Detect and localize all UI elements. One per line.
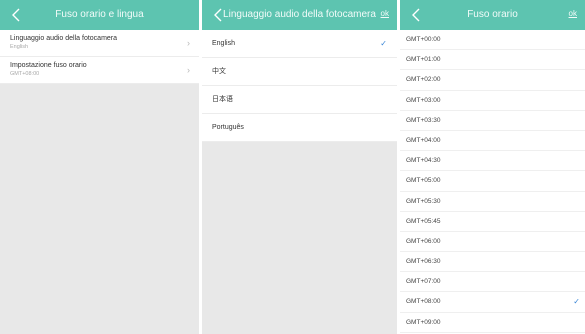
- option-label: GMT+00:00: [406, 36, 441, 43]
- settings-list: Linguaggio audio della fotocamera Englis…: [0, 30, 199, 84]
- item-value: English: [10, 44, 29, 50]
- chevron-right-icon: ›: [187, 65, 190, 75]
- time-zone-option[interactable]: GMT+00:00: [400, 30, 585, 51]
- time-zone-option[interactable]: GMT+03:00: [400, 91, 585, 111]
- time-zone-option[interactable]: GMT+06:30: [400, 252, 585, 273]
- time-zone-option[interactable]: GMT+09:00: [400, 313, 585, 333]
- screen-time-zone: Fuso orario ok GMT+00:00 GMT+01:00 GMT+0…: [400, 0, 585, 334]
- time-zone-option[interactable]: GMT+04:00: [400, 131, 585, 152]
- option-label: English: [212, 40, 235, 47]
- time-zone-setting-item[interactable]: Impostazione fuso orario GMT+08:00 ›: [0, 57, 199, 84]
- option-label: GMT+05:30: [406, 197, 441, 205]
- option-label: GMT+05:45: [406, 217, 441, 225]
- page-title: Fuso orario: [467, 9, 518, 20]
- option-label: GMT+03:30: [406, 116, 441, 124]
- language-option[interactable]: English ✓: [202, 30, 397, 58]
- time-zone-option[interactable]: GMT+02:00: [400, 70, 585, 91]
- camera-audio-language-item[interactable]: Linguaggio audio della fotocamera Englis…: [0, 30, 199, 57]
- language-list: English ✓ 中文 日本语 Português: [202, 30, 397, 142]
- language-option[interactable]: Português: [202, 114, 397, 142]
- option-label: GMT+01:00: [406, 56, 441, 64]
- option-label: GMT+02:00: [406, 76, 441, 84]
- time-zone-option[interactable]: GMT+04:30: [400, 151, 585, 172]
- ok-button[interactable]: ok: [569, 0, 577, 28]
- page-title: Fuso orario e lingua: [55, 9, 144, 20]
- page-title: Linguaggio audio della fotocamera: [223, 9, 376, 20]
- time-zone-option[interactable]: GMT+08:00 ✓: [400, 292, 585, 313]
- option-label: GMT+07:00: [406, 278, 441, 286]
- option-label: GMT+04:30: [406, 157, 441, 165]
- option-label: GMT+05:00: [406, 177, 441, 185]
- language-option[interactable]: 中文: [202, 58, 397, 86]
- header-bar: Linguaggio audio della fotocamera ok: [202, 0, 397, 30]
- time-zone-option[interactable]: GMT+03:30: [400, 111, 585, 131]
- chevron-right-icon: ›: [187, 38, 190, 48]
- option-label: GMT+09:00: [406, 318, 441, 326]
- screen-camera-audio-language: Linguaggio audio della fotocamera ok Eng…: [202, 0, 397, 334]
- item-value: GMT+08:00: [10, 71, 40, 77]
- option-label: GMT+06:30: [406, 258, 441, 266]
- option-label: 日本语: [212, 96, 233, 103]
- screen-time-zone-and-language: Fuso orario e lingua Linguaggio audio de…: [0, 0, 199, 334]
- time-zone-option[interactable]: GMT+05:00: [400, 171, 585, 192]
- option-label: 中文: [212, 68, 226, 75]
- language-option[interactable]: 日本语: [202, 86, 397, 114]
- option-label: GMT+03:00: [406, 96, 441, 104]
- option-label: GMT+08:00: [406, 298, 441, 306]
- time-zone-list[interactable]: GMT+00:00 GMT+01:00 GMT+02:00 GMT+03:00 …: [400, 30, 585, 333]
- time-zone-option[interactable]: GMT+01:00: [400, 50, 585, 71]
- header-bar: Fuso orario e lingua: [0, 0, 199, 30]
- check-icon: ✓: [380, 39, 387, 48]
- item-label: Linguaggio audio della fotocamera: [10, 35, 118, 42]
- option-label: GMT+06:00: [406, 237, 441, 245]
- time-zone-option[interactable]: GMT+05:45: [400, 212, 585, 232]
- time-zone-option[interactable]: GMT+06:00: [400, 232, 585, 253]
- time-zone-option[interactable]: GMT+05:30: [400, 192, 585, 212]
- check-icon: ✓: [573, 297, 580, 307]
- ok-button[interactable]: ok: [381, 0, 389, 28]
- option-label: Português: [212, 124, 244, 131]
- time-zone-option[interactable]: GMT+07:00: [400, 272, 585, 293]
- header-bar: Fuso orario ok: [400, 0, 585, 30]
- option-label: GMT+04:00: [406, 136, 441, 144]
- item-label: Impostazione fuso orario: [10, 62, 87, 69]
